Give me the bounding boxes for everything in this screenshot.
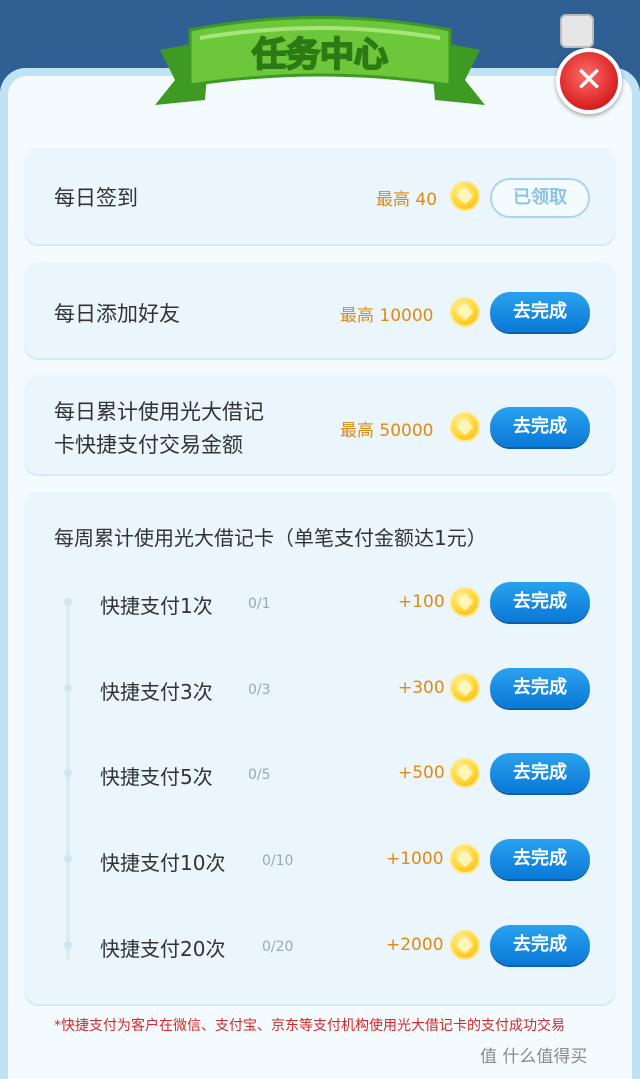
subtask-title: 快捷支付1次 [100, 594, 213, 618]
step-dot [64, 855, 72, 863]
go-complete-button[interactable]: 去完成 [490, 668, 590, 708]
calendar-icon[interactable] [560, 14, 594, 48]
subtask-title: 快捷支付20次 [100, 937, 226, 961]
task-title: 每日添加好友 [54, 302, 180, 326]
coin-icon [450, 844, 480, 874]
coin-icon [450, 181, 480, 211]
step-dot [64, 941, 72, 949]
task-card-add-friend: 每日添加好友 最高 10000 去完成 [24, 262, 616, 358]
subtask-progress: 0/3 [248, 682, 271, 698]
reward-text: 最高 50000 [340, 421, 434, 441]
coin-icon [450, 412, 480, 442]
go-complete-button[interactable]: 去完成 [490, 839, 590, 879]
subtask-progress: 0/20 [262, 939, 294, 955]
subtask-progress: 0/5 [248, 767, 271, 783]
progress-line [66, 600, 70, 960]
subtask-progress: 0/1 [248, 596, 271, 612]
reward-text: 最高 10000 [340, 306, 434, 326]
task-card-debit-payment: 每日累计使用光大借记 卡快捷支付交易金额 最高 50000 去完成 [24, 376, 616, 474]
step-dot [64, 598, 72, 606]
coin-icon [450, 297, 480, 327]
reward-text: +300 [398, 678, 445, 698]
step-dot [64, 684, 72, 692]
coin-icon [450, 673, 480, 703]
task-title: 每日累计使用光大借记 卡快捷支付交易金额 [54, 400, 264, 457]
go-complete-button[interactable]: 去完成 [490, 753, 590, 793]
go-complete-button[interactable]: 去完成 [490, 582, 590, 622]
go-complete-button[interactable]: 去完成 [490, 925, 590, 965]
task-card-daily-checkin: 每日签到 最高 40 已领取 [24, 148, 616, 244]
close-button[interactable]: ✕ [556, 48, 622, 114]
coin-icon [450, 758, 480, 788]
subtask-title: 快捷支付5次 [100, 765, 213, 789]
step-dot [64, 769, 72, 777]
subtask-title: 快捷支付3次 [100, 680, 213, 704]
reward-text: +500 [398, 763, 445, 783]
page-title: 任务中心 [252, 35, 388, 75]
subtask-title: 快捷支付10次 [100, 851, 226, 875]
reward-text: 最高 40 [376, 190, 438, 210]
reward-text: +100 [398, 592, 445, 612]
watermark: 值 什么值得买 [480, 1047, 588, 1067]
coin-icon [450, 930, 480, 960]
go-complete-button[interactable]: 去完成 [490, 407, 590, 447]
weekly-title: 每周累计使用光大借记卡（单笔支付金额达1元） [54, 526, 487, 550]
close-icon: ✕ [574, 60, 604, 100]
claimed-button[interactable]: 已领取 [490, 178, 590, 218]
task-title: 每日签到 [54, 186, 138, 210]
footnote: *快捷支付为客户在微信、支付宝、京东等支付机构使用光大借记卡的支付成功交易 [54, 1018, 565, 1034]
subtask-progress: 0/10 [262, 853, 294, 869]
reward-text: +2000 [386, 935, 444, 955]
coin-icon [450, 587, 480, 617]
go-complete-button[interactable]: 去完成 [490, 292, 590, 332]
reward-text: +1000 [386, 849, 444, 869]
title-banner: 任务中心 [155, 16, 485, 105]
